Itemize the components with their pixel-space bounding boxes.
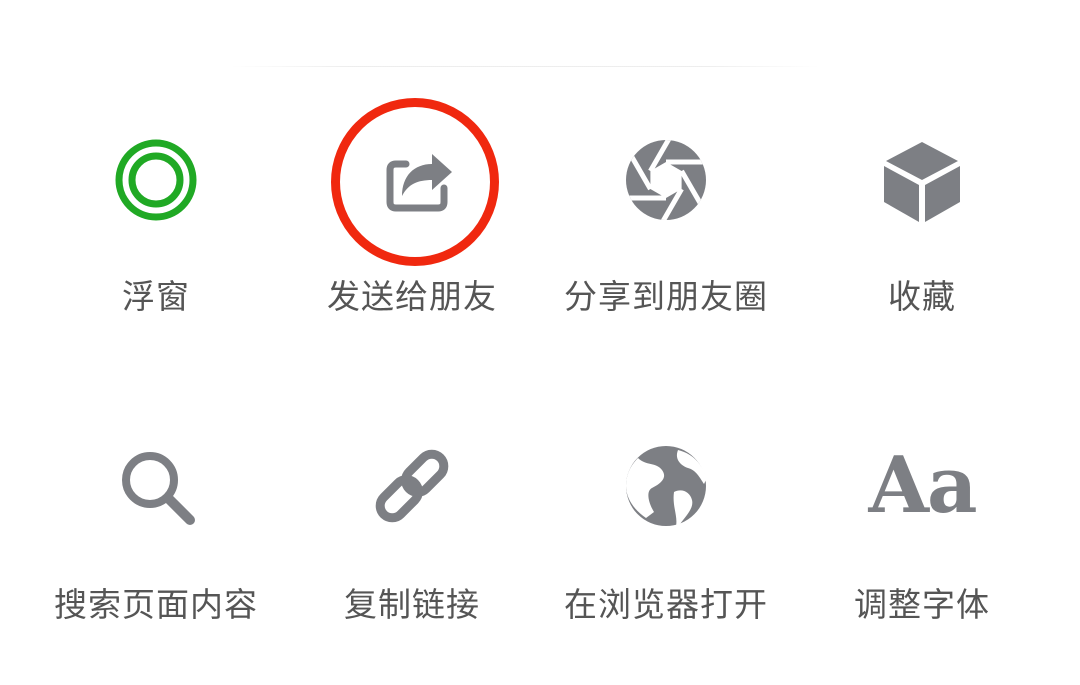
font-size-label: 调整字体 xyxy=(854,585,990,624)
send-to-friend-button[interactable]: 发送给朋友 xyxy=(292,130,532,360)
send-to-friend-label: 发送给朋友 xyxy=(327,277,497,316)
font-icon: Aa xyxy=(868,436,977,536)
share-action-sheet: 浮窗 发送给朋友 分享到朋友圈 收藏 搜索页面内容 复制链接 在浏览器打开 Aa… xyxy=(0,0,1080,685)
aperture-icon xyxy=(616,130,716,230)
search-page-label: 搜索页面内容 xyxy=(54,585,258,624)
font-icon-glyph: Aa xyxy=(868,440,977,531)
open-browser-label: 在浏览器打开 xyxy=(564,585,768,624)
cube-icon xyxy=(872,130,972,230)
favorite-label: 收藏 xyxy=(888,277,956,316)
copy-link-button[interactable]: 复制链接 xyxy=(292,436,532,666)
copy-link-label: 复制链接 xyxy=(344,585,480,624)
favorite-button[interactable]: 收藏 xyxy=(802,130,1042,360)
concentric-rings-icon xyxy=(106,130,206,230)
float-window-label: 浮窗 xyxy=(122,277,190,316)
link-icon xyxy=(362,436,462,536)
open-browser-button[interactable]: 在浏览器打开 xyxy=(546,436,786,666)
share-moments-label: 分享到朋友圈 xyxy=(564,277,768,316)
top-divider xyxy=(230,66,820,67)
font-size-button[interactable]: Aa 调整字体 xyxy=(802,436,1042,666)
search-icon xyxy=(106,436,206,536)
share-moments-button[interactable]: 分享到朋友圈 xyxy=(546,130,786,360)
search-page-button[interactable]: 搜索页面内容 xyxy=(36,436,276,666)
share-arrow-icon xyxy=(362,130,462,230)
float-window-button[interactable]: 浮窗 xyxy=(36,130,276,360)
globe-icon xyxy=(616,436,716,536)
